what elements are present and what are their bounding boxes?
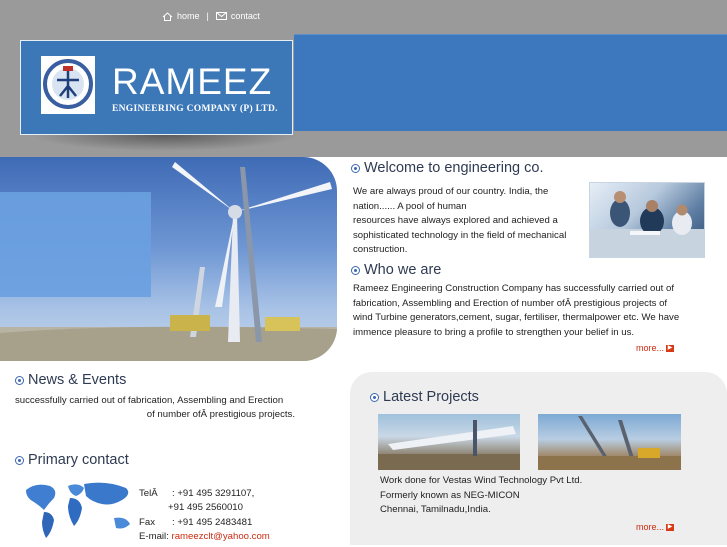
projects-line: Chennai, Tamilnadu,India. bbox=[380, 504, 491, 516]
welcome-line: nation...... A pool of human bbox=[353, 200, 467, 212]
company-logo[interactable]: RAMEEZ ENGINEERING COMPANY (P) LTD. bbox=[20, 40, 293, 135]
news-line: of number ofÂ prestigious projects. bbox=[146, 409, 295, 420]
welcome-line: We are always proud of our country. Indi… bbox=[353, 186, 549, 197]
projects-line: Work done for Vestas Wind Technology Pvt… bbox=[380, 475, 583, 486]
who-line: wind Turbine generators,cement, sugar, f… bbox=[353, 312, 680, 324]
tel-label: TelÂ bbox=[139, 488, 158, 499]
fax-value: : +91 495 2483481 bbox=[172, 516, 253, 528]
tel-value-2: +91 495 2560010 bbox=[168, 502, 243, 514]
welcome-text: We are always proud of our country. Indi… bbox=[353, 185, 583, 258]
brand-subtitle: ENGINEERING COMPANY (P) LTD. bbox=[112, 104, 278, 114]
news-text: successfully carried out of fabrication,… bbox=[15, 394, 305, 422]
home-link[interactable]: home bbox=[177, 11, 200, 21]
welcome-line: construction. bbox=[353, 244, 408, 256]
brand-name: RAMEEZ bbox=[112, 61, 273, 102]
projects-more-link[interactable]: more... ▶ bbox=[636, 522, 675, 532]
contact-details: TelÂ : +91 495 3291107, +91 495 2560010 F… bbox=[139, 487, 270, 544]
arrow-right-icon: ▶ bbox=[666, 523, 675, 531]
world-map-image bbox=[22, 480, 137, 542]
bullet-icon bbox=[351, 163, 360, 173]
who-more-text: more... bbox=[636, 343, 665, 353]
home-icon[interactable] bbox=[162, 11, 173, 21]
welcome-heading-text: Welcome to engineering co. bbox=[364, 160, 544, 176]
email-label: E-mail bbox=[139, 530, 167, 542]
tel-value-1: : +91 495 3291107, bbox=[172, 488, 255, 499]
contact-fax-row: Fax : +91 495 2483481 bbox=[139, 516, 270, 530]
projects-heading-text: Latest Projects bbox=[383, 389, 479, 405]
projects-text: Work done for Vestas Wind Technology Pvt… bbox=[380, 474, 582, 518]
header-banner-rule bbox=[294, 34, 727, 35]
contact-link[interactable]: contact bbox=[231, 11, 260, 21]
welcome-line: resources have always explored and achie… bbox=[353, 215, 558, 227]
projects-line: Formerly known as NEG-MICON bbox=[380, 489, 520, 501]
latest-projects-heading: Latest Projects bbox=[370, 389, 479, 405]
news-heading-text: News & Events bbox=[28, 372, 127, 388]
arrow-right-icon: ▶ bbox=[666, 344, 675, 352]
mail-icon[interactable] bbox=[215, 12, 227, 20]
bullet-icon bbox=[15, 455, 24, 465]
who-line: Rameez Engineering Construction Company … bbox=[353, 283, 675, 294]
who-we-are-heading: Who we are bbox=[351, 262, 441, 278]
contact-tel-row: TelÂ : +91 495 3291107, bbox=[139, 487, 270, 501]
logo-shadow bbox=[30, 135, 300, 151]
project-image-crane[interactable] bbox=[538, 414, 681, 470]
top-navigation: home | contact bbox=[162, 11, 260, 21]
welcome-heading: Welcome to engineering co. bbox=[351, 160, 543, 176]
primary-contact-heading: Primary contact bbox=[15, 452, 129, 468]
contact-email-row: E-mail: rameezclt@yahoo.com bbox=[139, 530, 270, 542]
company-emblem-icon bbox=[41, 56, 95, 114]
hero-wind-turbine-image bbox=[0, 157, 337, 361]
hero-overlay-block bbox=[0, 192, 151, 297]
who-line: fabrication, Assembling and Erection of … bbox=[353, 297, 668, 309]
project-image-blade[interactable] bbox=[378, 414, 520, 470]
contact-tel2-row: +91 495 2560010 bbox=[139, 501, 270, 515]
contact-heading-text: Primary contact bbox=[28, 452, 129, 468]
who-we-are-text: Rameez Engineering Construction Company … bbox=[353, 282, 703, 340]
who-line: immence pleasure to bring a profile to s… bbox=[353, 326, 635, 338]
office-meeting-image bbox=[589, 182, 705, 258]
bullet-icon bbox=[15, 375, 24, 385]
news-line: successfully carried out of fabrication,… bbox=[15, 395, 284, 406]
email-link[interactable]: rameezclt@yahoo.com bbox=[172, 531, 270, 542]
nav-separator: | bbox=[206, 11, 209, 21]
who-heading-text: Who we are bbox=[364, 262, 442, 278]
bullet-icon bbox=[370, 392, 379, 402]
bullet-icon bbox=[351, 265, 360, 275]
fax-label: Fax bbox=[139, 516, 155, 528]
news-events-heading: News & Events bbox=[15, 372, 126, 388]
header-banner bbox=[294, 34, 727, 131]
welcome-line: sophisticated technology in the field of… bbox=[353, 229, 567, 241]
projects-more-text: more... bbox=[636, 522, 665, 532]
who-more-link[interactable]: more... ▶ bbox=[636, 343, 675, 353]
